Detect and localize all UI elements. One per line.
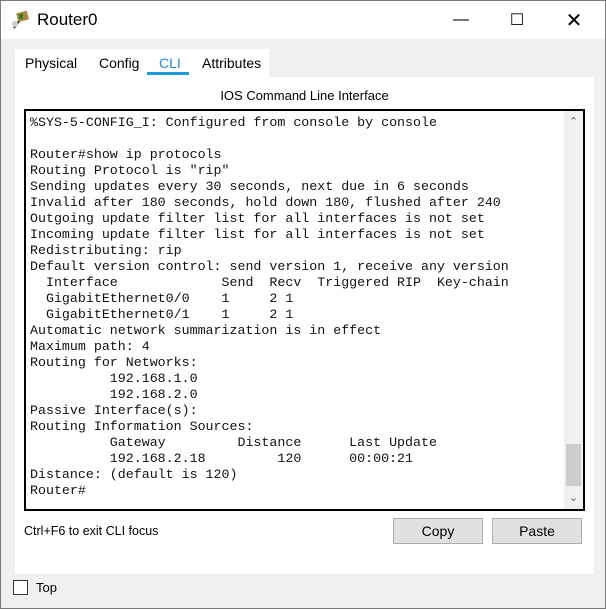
cli-line: Automatic network summarization is in ef… — [30, 323, 382, 338]
router-icon — [12, 10, 30, 29]
cli-line: 192.168.1.0 — [30, 371, 198, 386]
minimize-button[interactable]: — — [438, 1, 484, 39]
active-tab-indicator — [147, 72, 189, 75]
tab-config[interactable]: Config — [99, 55, 139, 71]
cli-line: Router#show ip protocols — [30, 147, 222, 162]
scroll-down-icon[interactable]: ⌄ — [564, 491, 583, 504]
tab-cli[interactable]: CLI — [159, 55, 181, 71]
cli-line: Routing Protocol is "rip" — [30, 163, 230, 178]
cli-line: Incoming update filter list for all inte… — [30, 227, 485, 242]
cli-line: GigabitEthernet0/0 1 2 1 — [30, 291, 294, 306]
cli-line: Routing Information Sources: — [30, 419, 254, 434]
cli-line: Invalid after 180 seconds, hold down 180… — [30, 195, 501, 210]
tab-bar: Physical Config CLI Attributes — [15, 49, 269, 77]
top-option[interactable]: Top — [13, 580, 57, 595]
cli-line: Interface Send Recv Triggered RIP Key-ch… — [30, 275, 509, 290]
cli-line: 192.168.2.0 — [30, 387, 198, 402]
cli-line: 192.168.2.18 120 00:00:21 — [30, 451, 414, 466]
window-title: Router0 — [37, 10, 98, 29]
cli-line: Passive Interface(s): — [30, 403, 198, 418]
cli-line: Default version control: send version 1,… — [30, 259, 509, 274]
scrollbar-thumb[interactable] — [566, 444, 581, 486]
copy-button[interactable]: Copy — [393, 518, 483, 544]
terminal-scrollbar[interactable]: ⌃ ⌄ — [564, 111, 583, 509]
title-bar: Router0 — ☐ ✕ — [1, 1, 605, 39]
cli-line: Distance: (default is 120) — [30, 467, 238, 482]
cli-header: IOS Command Line Interface — [220, 88, 389, 103]
cli-focus-hint: Ctrl+F6 to exit CLI focus — [24, 524, 159, 538]
cli-line: GigabitEthernet0/1 1 2 1 — [30, 307, 294, 322]
cli-line: Outgoing update filter list for all inte… — [30, 211, 485, 226]
cli-line: Router# — [30, 483, 86, 498]
tab-physical[interactable]: Physical — [25, 55, 77, 71]
top-checkbox[interactable] — [13, 580, 28, 595]
top-label: Top — [36, 580, 57, 595]
tab-attributes[interactable]: Attributes — [202, 55, 261, 71]
paste-button[interactable]: Paste — [492, 518, 582, 544]
cli-panel: IOS Command Line Interface Router# %SYS-5… — [15, 77, 594, 574]
cli-output: Router# %SYS-5-CONFIG_I: Configured from … — [30, 111, 509, 499]
cli-line: %SYS-5-CONFIG_I: Configured from console… — [30, 115, 437, 130]
cli-line: Redistributing: rip — [30, 243, 182, 258]
cli-line: Sending updates every 30 seconds, next d… — [30, 179, 469, 194]
cli-line: Gateway Distance Last Update — [30, 435, 437, 450]
cli-line: Routing for Networks: — [30, 355, 198, 370]
router-window: Router0 — ☐ ✕ Physical Config CLI Attrib… — [0, 0, 606, 609]
cli-line: Maximum path: 4 — [30, 339, 150, 354]
maximize-button[interactable]: ☐ — [494, 1, 540, 39]
close-button[interactable]: ✕ — [551, 1, 597, 39]
cli-terminal[interactable]: Router# %SYS-5-CONFIG_I: Configured from … — [24, 109, 585, 511]
scroll-up-icon[interactable]: ⌃ — [564, 115, 583, 128]
cli-line — [30, 131, 509, 147]
